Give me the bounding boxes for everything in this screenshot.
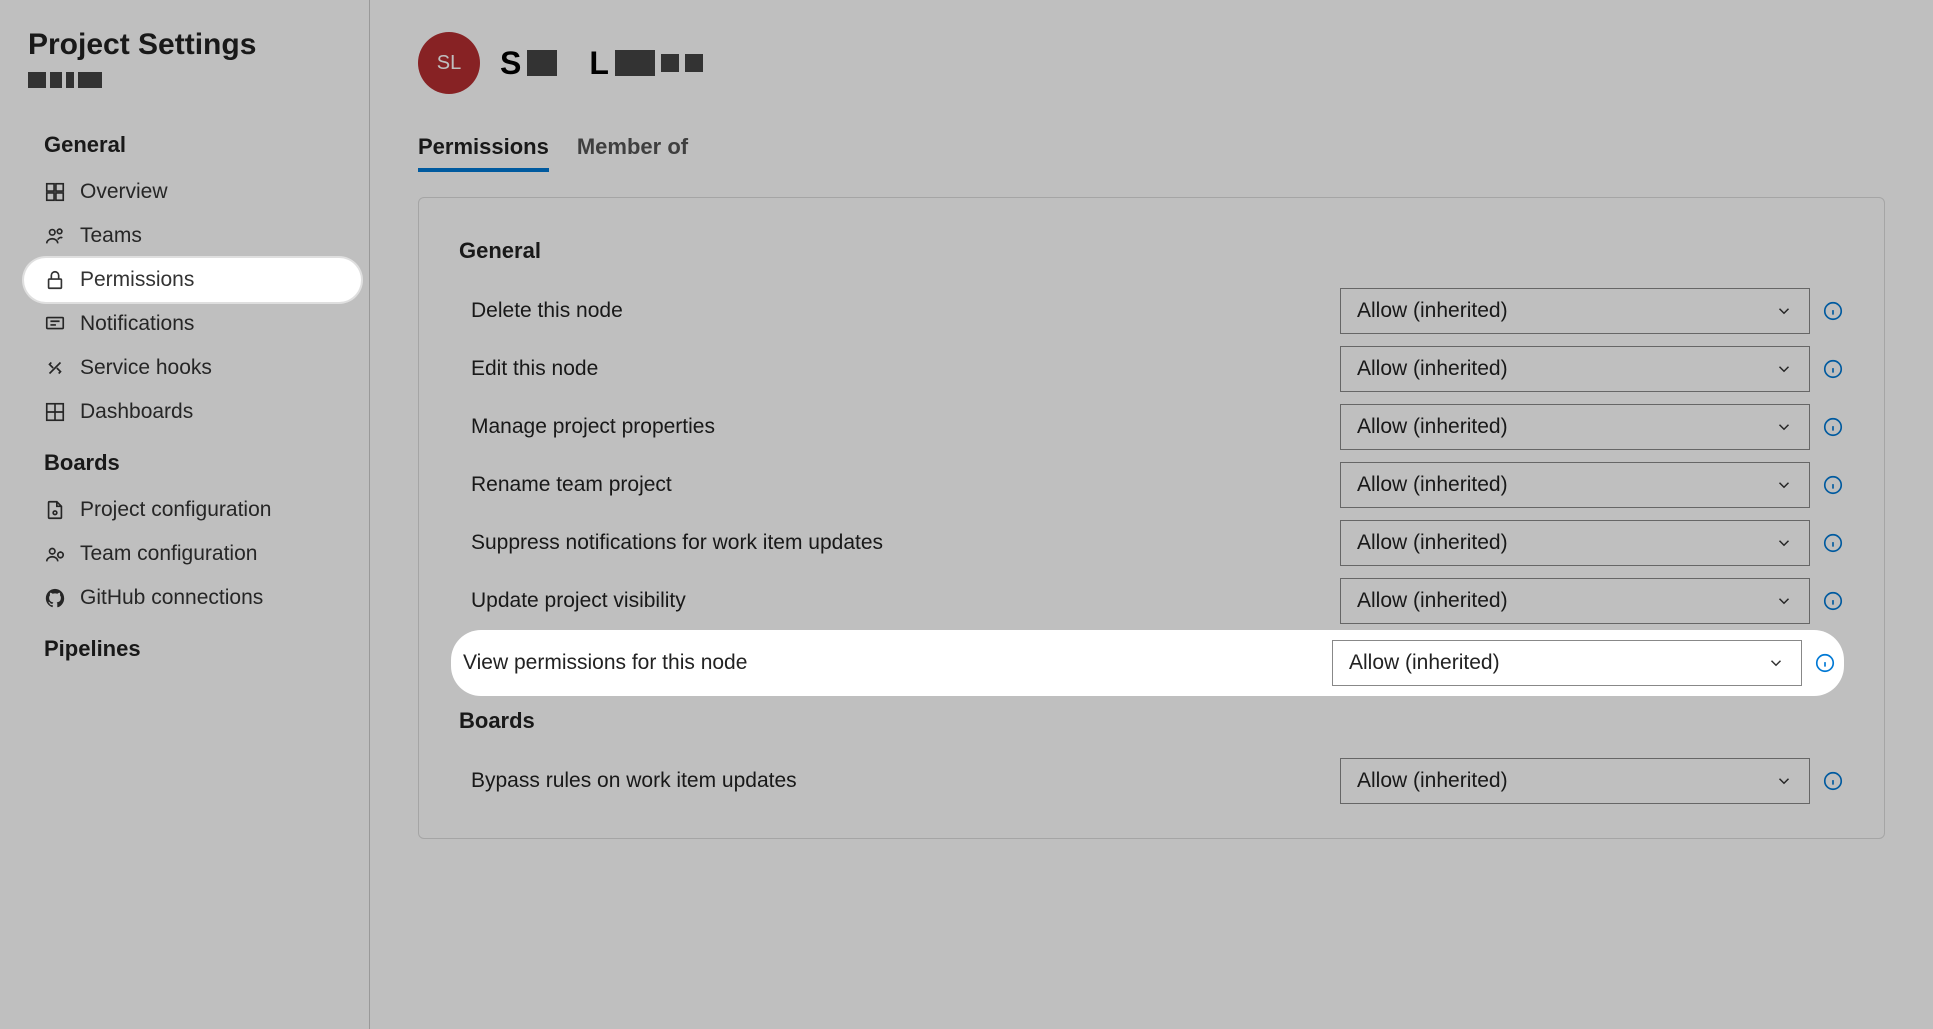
perm-label: Bypass rules on work item updates (459, 769, 1328, 793)
chevron-down-icon (1767, 654, 1785, 672)
sidebar-subtitle (28, 72, 341, 88)
info-icon[interactable] (1822, 416, 1844, 438)
perm-row-delete-node: Delete this node Allow (inherited) (459, 282, 1844, 340)
perm-select[interactable]: Allow (inherited) (1340, 288, 1810, 334)
perm-row-manage-properties: Manage project properties Allow (inherit… (459, 398, 1844, 456)
sidebar-item-label: Overview (80, 180, 168, 204)
sidebar-item-label: Team configuration (80, 542, 257, 566)
sidebar-item-permissions[interactable]: Permissions (24, 258, 361, 302)
sidebar-item-label: GitHub connections (80, 586, 263, 610)
sidebar-item-service-hooks[interactable]: Service hooks (0, 346, 369, 390)
sidebar: Project Settings General Overview Teams … (0, 0, 370, 1029)
tabs: Permissions Member of (418, 126, 1885, 173)
chevron-down-icon (1775, 592, 1793, 610)
perm-select[interactable]: Allow (inherited) (1332, 640, 1802, 686)
avatar: SL (418, 32, 480, 94)
teamconfig-icon (44, 543, 66, 565)
info-icon[interactable] (1822, 474, 1844, 496)
github-icon (44, 587, 66, 609)
permissions-panel: General Delete this node Allow (inherite… (418, 197, 1885, 839)
user-header: SL S L (418, 32, 1885, 94)
chevron-down-icon (1775, 534, 1793, 552)
chevron-down-icon (1775, 360, 1793, 378)
teams-icon (44, 225, 66, 247)
perm-select[interactable]: Allow (inherited) (1340, 578, 1810, 624)
sidebar-item-team-configuration[interactable]: Team configuration (0, 532, 369, 576)
chevron-down-icon (1775, 418, 1793, 436)
perm-row-rename-project: Rename team project Allow (inherited) (459, 456, 1844, 514)
sidebar-item-label: Dashboards (80, 400, 193, 424)
perm-select[interactable]: Allow (inherited) (1340, 520, 1810, 566)
sidebar-item-dashboards[interactable]: Dashboards (0, 390, 369, 434)
info-icon[interactable] (1822, 532, 1844, 554)
sidebar-item-label: Notifications (80, 312, 194, 336)
perm-row-bypass-rules: Bypass rules on work item updates Allow … (459, 752, 1844, 810)
chevron-down-icon (1775, 772, 1793, 790)
perm-select[interactable]: Allow (inherited) (1340, 346, 1810, 392)
sidebar-item-notifications[interactable]: Notifications (0, 302, 369, 346)
sidebar-item-teams[interactable]: Teams (0, 214, 369, 258)
perm-row-suppress-notifications: Suppress notifications for work item upd… (459, 514, 1844, 572)
overview-icon (44, 181, 66, 203)
chevron-down-icon (1775, 302, 1793, 320)
tab-member-of[interactable]: Member of (577, 126, 688, 172)
info-icon[interactable] (1822, 358, 1844, 380)
sidebar-section-pipelines: Pipelines (0, 620, 369, 674)
sidebar-section-general: General (0, 116, 369, 170)
sidebar-item-label: Service hooks (80, 356, 212, 380)
chevron-down-icon (1775, 476, 1793, 494)
perm-label: Manage project properties (459, 415, 1328, 439)
tab-permissions[interactable]: Permissions (418, 126, 549, 172)
info-icon[interactable] (1822, 590, 1844, 612)
main-content: SL S L Permissions Member of General Del… (370, 0, 1933, 1029)
sidebar-item-label: Permissions (80, 268, 194, 292)
notifications-icon (44, 313, 66, 335)
info-icon[interactable] (1822, 300, 1844, 322)
perm-label: Delete this node (459, 299, 1328, 323)
dashboards-icon (44, 401, 66, 423)
perm-section-boards: Boards (459, 696, 1844, 752)
projectconfig-icon (44, 499, 66, 521)
sidebar-item-label: Teams (80, 224, 142, 248)
sidebar-item-project-configuration[interactable]: Project configuration (0, 488, 369, 532)
sidebar-section-boards: Boards (0, 434, 369, 488)
perm-label: View permissions for this node (451, 651, 1320, 675)
perm-label: Suppress notifications for work item upd… (459, 531, 1328, 555)
sidebar-item-github-connections[interactable]: GitHub connections (0, 576, 369, 620)
perm-label: Update project visibility (459, 589, 1328, 613)
user-name: S L (500, 45, 703, 82)
perm-label: Rename team project (459, 473, 1328, 497)
perm-label: Edit this node (459, 357, 1328, 381)
perm-row-edit-node: Edit this node Allow (inherited) (459, 340, 1844, 398)
perm-row-update-visibility: Update project visibility Allow (inherit… (459, 572, 1844, 630)
perm-section-general: General (459, 226, 1844, 282)
perm-row-view-permissions: View permissions for this node Allow (in… (451, 630, 1844, 696)
sidebar-title: Project Settings (28, 28, 341, 62)
perm-select[interactable]: Allow (inherited) (1340, 462, 1810, 508)
sidebar-item-overview[interactable]: Overview (0, 170, 369, 214)
lock-icon (44, 269, 66, 291)
perm-select[interactable]: Allow (inherited) (1340, 758, 1810, 804)
servicehooks-icon (44, 357, 66, 379)
info-icon[interactable] (1814, 652, 1836, 674)
info-icon[interactable] (1822, 770, 1844, 792)
perm-select[interactable]: Allow (inherited) (1340, 404, 1810, 450)
sidebar-item-label: Project configuration (80, 498, 271, 522)
